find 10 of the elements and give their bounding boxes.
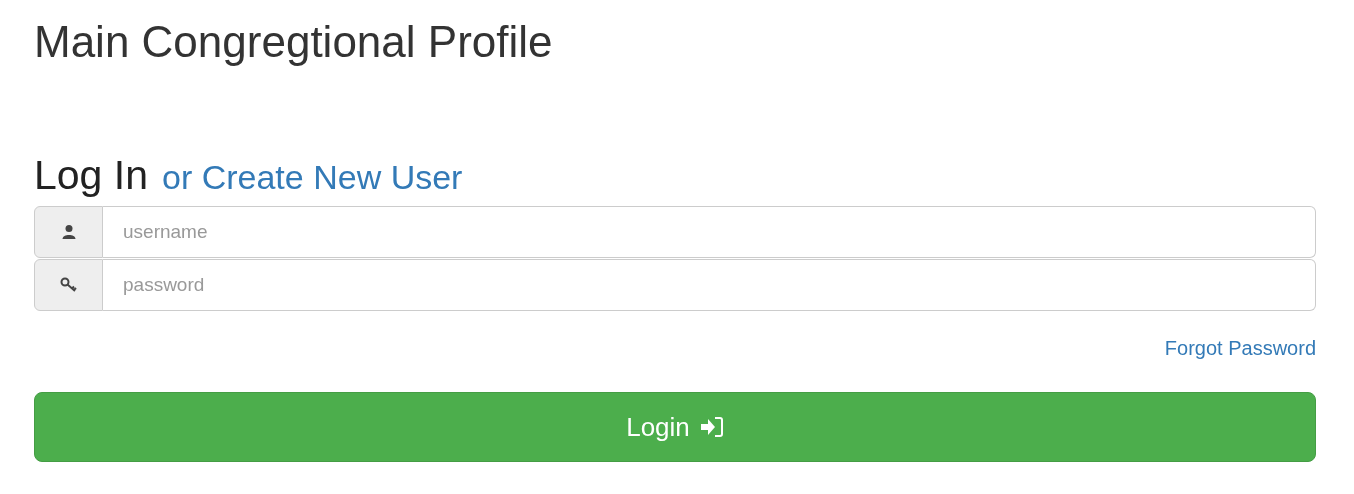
login-heading: Log In: [34, 151, 148, 200]
person-icon: [60, 224, 77, 240]
create-user-link[interactable]: or Create New User: [162, 152, 463, 202]
forgot-password-link[interactable]: Forgot Password: [1164, 337, 1316, 360]
page-title: Main Congregtional Profile: [34, 16, 554, 68]
key-icon: [59, 277, 78, 293]
input-field[interactable]: username: [103, 206, 1316, 258]
input-field[interactable]: password: [103, 259, 1316, 311]
login-button[interactable]: Login: [34, 392, 1316, 462]
sign-in-icon: [699, 416, 724, 438]
